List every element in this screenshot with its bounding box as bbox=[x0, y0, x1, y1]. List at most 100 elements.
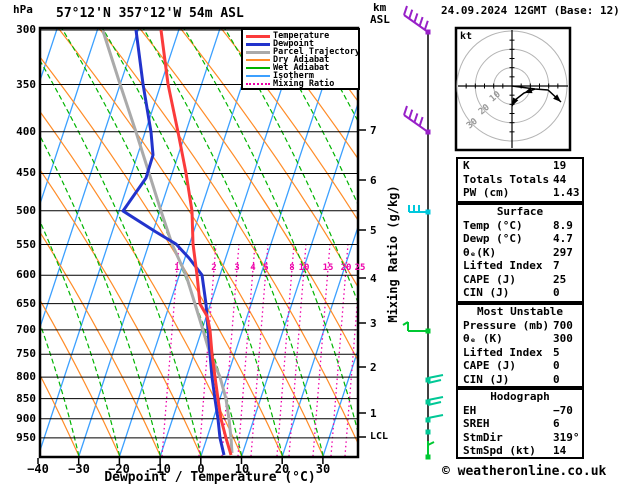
stat-value: 25 bbox=[553, 273, 566, 287]
wind-barb bbox=[426, 430, 431, 435]
stat-value: 7 bbox=[553, 259, 560, 273]
isotherm-line bbox=[242, 28, 383, 456]
mixing-ratio-axis-label: Mixing Ratio (g/kg) bbox=[386, 174, 400, 334]
km-tick-label: 3 bbox=[370, 317, 377, 330]
stat-label: SREH bbox=[463, 417, 490, 430]
stat-value: 19 bbox=[553, 159, 566, 173]
stat-label: K bbox=[463, 159, 470, 172]
stat-row: Temp (°C)8.9 bbox=[458, 219, 582, 233]
copyright: © weatheronline.co.uk bbox=[442, 464, 606, 479]
stat-label: Dewp (°C) bbox=[463, 232, 523, 245]
mixing-ratio-value-label: 3 bbox=[229, 263, 245, 273]
stat-value: 0 bbox=[553, 286, 560, 300]
pressure-tick-label: 350 bbox=[6, 78, 36, 91]
isotherm-line bbox=[201, 28, 342, 456]
stat-row: Totals Totals44 bbox=[458, 173, 582, 187]
pressure-tick-label: 500 bbox=[6, 204, 36, 217]
stat-row: Pressure (mb)700 bbox=[458, 319, 582, 333]
pressure-tick-label: 800 bbox=[6, 370, 36, 383]
stat-label: StmSpd (kt) bbox=[463, 444, 536, 457]
legend-item: Mixing Ratio bbox=[246, 80, 358, 88]
stat-label: CIN (J) bbox=[463, 373, 509, 386]
legend-swatch bbox=[246, 75, 270, 77]
legend-box: TemperatureDewpointParcel TrajectoryDry … bbox=[241, 28, 360, 90]
stat-value: −70 bbox=[553, 404, 573, 418]
stat-value: 14 bbox=[553, 444, 566, 458]
pressure-tick-label: 850 bbox=[6, 392, 36, 405]
mixing-ratio-value-label: 5 bbox=[258, 263, 274, 273]
stat-value: 319° bbox=[553, 431, 580, 445]
stat-value: 8.9 bbox=[553, 219, 573, 233]
temp-tick-label: −40 bbox=[16, 462, 60, 476]
legend-swatch bbox=[246, 43, 270, 46]
stat-value: 6 bbox=[553, 417, 560, 431]
barb-station bbox=[426, 430, 431, 435]
stat-label: EH bbox=[463, 404, 476, 417]
wind-barb bbox=[404, 106, 431, 135]
pressure-tick-label: 900 bbox=[6, 412, 36, 425]
barb-feather bbox=[414, 13, 417, 22]
km-tick-label: 7 bbox=[370, 124, 377, 137]
stat-row: StmSpd (kt) 14 bbox=[458, 444, 582, 458]
isotherm-line bbox=[38, 28, 179, 456]
stat-row: CAPE (J)0 bbox=[458, 359, 582, 373]
pressure-tick-label: 650 bbox=[6, 297, 36, 310]
temp-tick-label: 0 bbox=[179, 462, 223, 476]
legend-swatch bbox=[246, 59, 270, 61]
temp-tick-label: 30 bbox=[301, 462, 345, 476]
panel-title: Hodograph bbox=[458, 390, 582, 404]
stat-value: 1.43 bbox=[553, 186, 580, 200]
hodograph bbox=[456, 28, 570, 150]
isotherm-line bbox=[282, 28, 423, 456]
pressure-tick-label: 700 bbox=[6, 323, 36, 336]
pressure-tick-label: 750 bbox=[6, 347, 36, 360]
stat-row: PW (cm)1.43 bbox=[458, 186, 582, 200]
temp-tick-label: −20 bbox=[97, 462, 141, 476]
pressure-tick-label: 950 bbox=[6, 431, 36, 444]
stat-row: Lifted Index7 bbox=[458, 259, 582, 273]
dry-adiabat-line bbox=[0, 28, 242, 456]
barb-feather bbox=[420, 117, 423, 126]
temp-tick-label: 20 bbox=[260, 462, 304, 476]
panel-title: Surface bbox=[458, 205, 582, 219]
stat-row: StmDir319° bbox=[458, 431, 582, 445]
wind-barb bbox=[404, 6, 431, 35]
panel-title: Most Unstable bbox=[458, 305, 582, 319]
stat-value: 700 bbox=[553, 319, 573, 333]
stat-row: θₑ (K)300 bbox=[458, 332, 582, 346]
stat-row: SREH 6 bbox=[458, 417, 582, 431]
isotherm-line bbox=[79, 28, 220, 456]
barb-feather bbox=[428, 397, 443, 400]
legend-swatch bbox=[246, 83, 270, 85]
stat-row: CIN (J) 0 bbox=[458, 286, 582, 300]
wind-barb bbox=[403, 322, 431, 334]
stat-row: θₑ(K)297 bbox=[458, 246, 582, 260]
stat-row: CAPE (J)25 bbox=[458, 273, 582, 287]
stat-value: 5 bbox=[553, 346, 560, 360]
mixing-ratio-value-label: 25 bbox=[352, 263, 368, 273]
most-unstable-panel: Most UnstablePressure (mb)700θₑ (K)300Li… bbox=[456, 303, 584, 388]
pressure-tick-label: 400 bbox=[6, 125, 36, 138]
temp-tick-label: −30 bbox=[57, 462, 101, 476]
mixing-ratio-value-label: 15 bbox=[320, 263, 336, 273]
legend-swatch bbox=[246, 51, 270, 54]
barb-feather bbox=[420, 17, 423, 26]
stat-label: CAPE (J) bbox=[463, 359, 516, 372]
hodograph-unit-label: kt bbox=[460, 31, 472, 42]
stat-row: Lifted Index5 bbox=[458, 346, 582, 360]
legend-swatch bbox=[246, 35, 270, 38]
pressure-tick-label: 600 bbox=[6, 268, 36, 281]
legend-label: Mixing Ratio bbox=[273, 80, 334, 88]
stat-label: CIN (J) bbox=[463, 286, 509, 299]
wind-barb bbox=[426, 441, 435, 460]
stat-value: 300 bbox=[553, 332, 573, 346]
stat-row: K 19 bbox=[458, 159, 582, 173]
surface-panel: SurfaceTemp (°C)8.9Dewp (°C)4.7θₑ(K)297L… bbox=[456, 203, 584, 303]
isotherm-line bbox=[120, 28, 261, 456]
stat-label: Totals Totals bbox=[463, 173, 549, 186]
stat-row: CIN (J)0 bbox=[458, 373, 582, 387]
temp-tick-label: −10 bbox=[138, 462, 182, 476]
mixing-ratio-value-label: 2 bbox=[206, 263, 222, 273]
barb-feather bbox=[404, 6, 407, 15]
pressure-tick-label: 300 bbox=[6, 23, 36, 36]
